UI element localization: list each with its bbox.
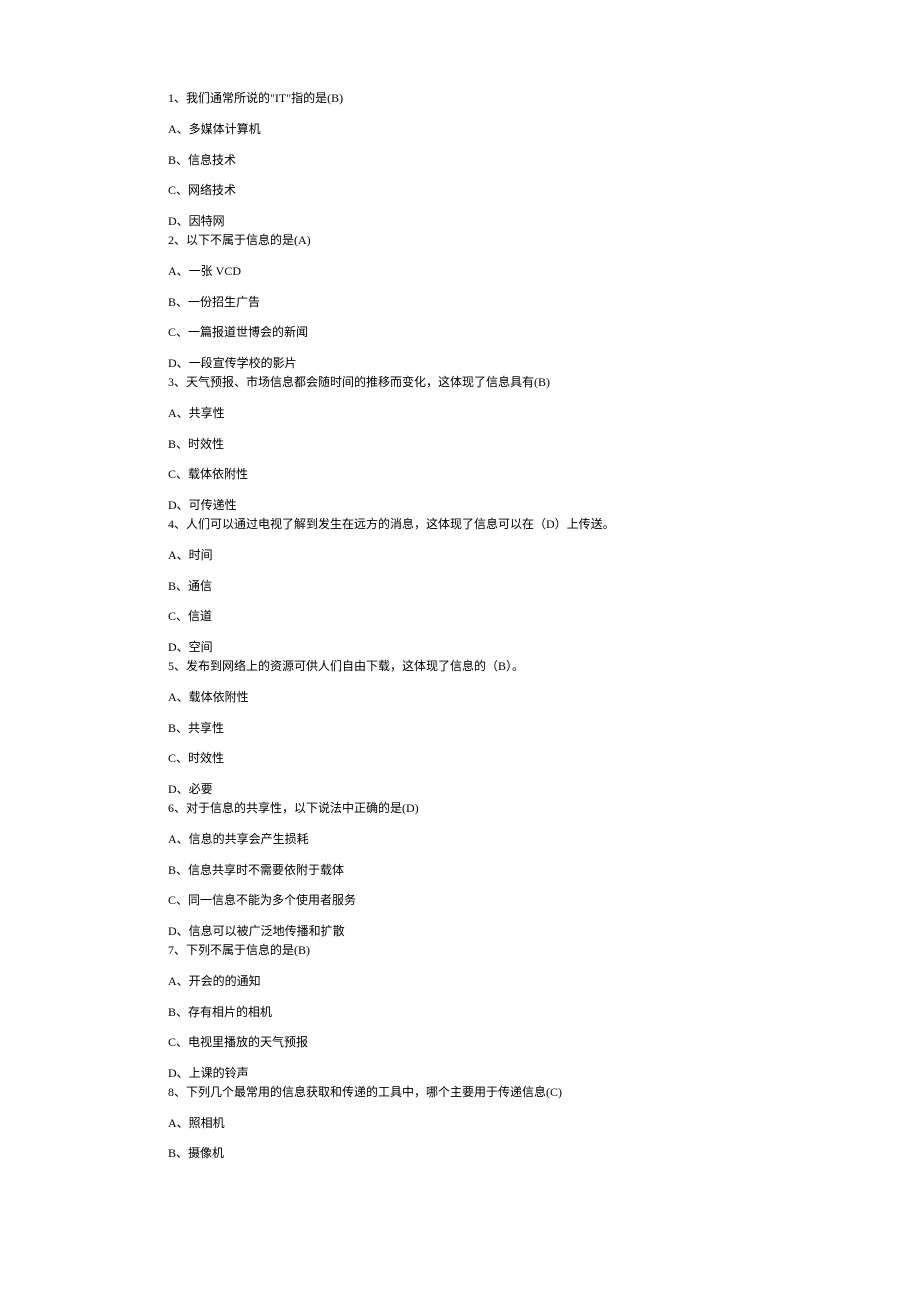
question-block: A、信息的共享会产生损耗 B、信息共享时不需要依附于载体 C、同一信息不能为多个使用… xyxy=(168,831,760,959)
question-text: 4、人们可以通过电视了解到发生在远方的消息，这体现了信息可以在（D）上传送。 xyxy=(168,516,760,533)
question-text: 3、天气预报、市场信息都会随时间的推移而变化，这体现了信息具有(B) xyxy=(168,374,760,391)
question-option: C、电视里播放的天气预报 xyxy=(168,1034,760,1051)
question-block: A、时间 B、通信 C、信道 D、空间 5、发布到网络上的资源可供人们自由下载，这体现了… xyxy=(168,547,760,675)
question-option: A、一张 VCD xyxy=(168,263,760,280)
question-option: A、载体依附性 xyxy=(168,689,760,706)
question-option: D、可传递性 xyxy=(168,497,760,514)
question-option: B、共享性 xyxy=(168,720,760,737)
question-option: C、时效性 xyxy=(168,750,760,767)
question-block: A、共享性 B、时效性 C、载体依附性 D、可传递性 4、人们可以通过电视了解到发生在远… xyxy=(168,405,760,533)
question-option: D、一段宣传学校的影片 xyxy=(168,355,760,372)
question-option: A、照相机 xyxy=(168,1115,760,1132)
question-option: B、存有相片的相机 xyxy=(168,1004,760,1021)
content-area: 1、我们通常所说的"IT"指的是(B) A、多媒体计算机 B、信息技术 C、网络技术 D… xyxy=(168,90,760,1162)
question-option: B、时效性 xyxy=(168,436,760,453)
question-option: D、必要 xyxy=(168,781,760,798)
question-text: 2、以下不属于信息的是(A) xyxy=(168,232,760,249)
question-option: C、一篇报道世博会的新闻 xyxy=(168,324,760,341)
question-option: D、因特网 xyxy=(168,213,760,230)
question-option: D、空间 xyxy=(168,639,760,656)
question-text: 6、对于信息的共享性，以下说法中正确的是(D) xyxy=(168,800,760,817)
question-block: A、照相机 B、摄像机 xyxy=(168,1115,760,1163)
question-block: A、开会的的通知 B、存有相片的相机 C、电视里播放的天气预报 D、上课的铃声 8、下列… xyxy=(168,973,760,1101)
question-option: B、通信 xyxy=(168,578,760,595)
question-option: A、信息的共享会产生损耗 xyxy=(168,831,760,848)
question-block: 1、我们通常所说的"IT"指的是(B) A、多媒体计算机 B、信息技术 C、网络技术 D… xyxy=(168,90,760,249)
question-option: B、信息共享时不需要依附于载体 xyxy=(168,862,760,879)
question-option: A、共享性 xyxy=(168,405,760,422)
question-option: A、时间 xyxy=(168,547,760,564)
question-option: C、载体依附性 xyxy=(168,466,760,483)
question-block: A、一张 VCD B、一份招生广告 C、一篇报道世博会的新闻 D、一段宣传学校的影片 3… xyxy=(168,263,760,391)
question-option: B、信息技术 xyxy=(168,152,760,169)
question-option: A、开会的的通知 xyxy=(168,973,760,990)
question-option: C、同一信息不能为多个使用者服务 xyxy=(168,892,760,909)
question-text: 8、下列几个最常用的信息获取和传递的工具中，哪个主要用于传递信息(C) xyxy=(168,1084,760,1101)
question-option: A、多媒体计算机 xyxy=(168,121,760,138)
question-text: 1、我们通常所说的"IT"指的是(B) xyxy=(168,90,760,107)
question-option: B、摄像机 xyxy=(168,1145,760,1162)
question-option: C、信道 xyxy=(168,608,760,625)
question-text: 7、下列不属于信息的是(B) xyxy=(168,942,760,959)
question-block: A、载体依附性 B、共享性 C、时效性 D、必要 6、对于信息的共享性，以下说法中正确的… xyxy=(168,689,760,817)
question-option: C、网络技术 xyxy=(168,182,760,199)
document-page: 1、我们通常所说的"IT"指的是(B) A、多媒体计算机 B、信息技术 C、网络技术 D… xyxy=(0,0,920,1302)
question-option: B、一份招生广告 xyxy=(168,294,760,311)
question-text: 5、发布到网络上的资源可供人们自由下载，这体现了信息的（B）。 xyxy=(168,658,760,675)
question-option: D、信息可以被广泛地传播和扩散 xyxy=(168,923,760,940)
question-option: D、上课的铃声 xyxy=(168,1065,760,1082)
